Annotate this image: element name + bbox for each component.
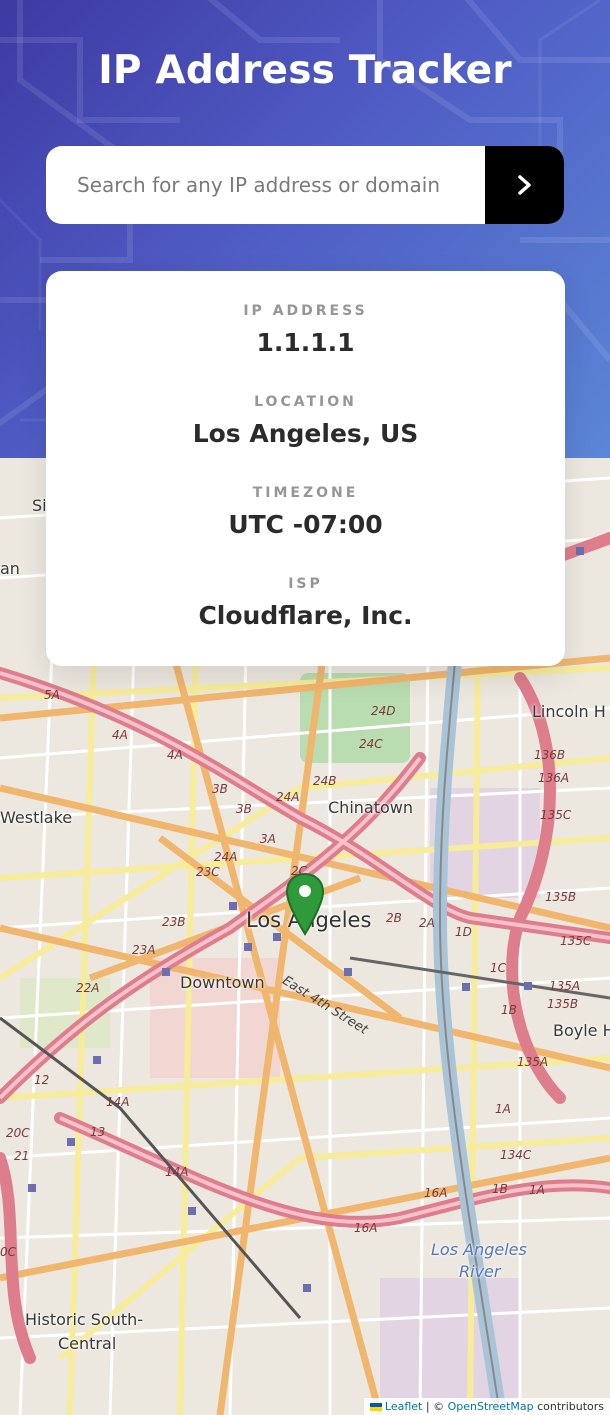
- location-label: LOCATION: [254, 394, 357, 410]
- road-label: 14A: [106, 1095, 130, 1109]
- map-label-westlake: Westlake: [0, 808, 73, 827]
- road-label: 136B: [534, 748, 566, 762]
- isp-label: ISP: [288, 576, 323, 592]
- road-label: 24B: [313, 774, 337, 788]
- map-label: Si: [32, 496, 47, 515]
- map-label-chinatown: Chinatown: [328, 798, 413, 817]
- road-label: 135C: [540, 808, 572, 822]
- search-input[interactable]: [46, 146, 485, 224]
- location-value: Los Angeles, US: [192, 419, 419, 448]
- road-label: 13: [90, 1125, 106, 1139]
- road-label: 4A: [112, 728, 128, 742]
- road-label: 12: [34, 1073, 50, 1087]
- location-stat: LOCATION Los Angeles, US: [46, 394, 565, 448]
- map-label-downtown: Downtown: [180, 973, 265, 992]
- road-label: 24D: [371, 704, 396, 718]
- openstreetmap-link[interactable]: OpenStreetMap: [448, 1400, 534, 1413]
- ukraine-flag-icon: [369, 1403, 382, 1411]
- road-label: 1D: [455, 925, 472, 939]
- map-label-river: Los Angeles: [431, 1240, 527, 1259]
- road-label: 16A: [424, 1186, 448, 1200]
- location-marker-icon[interactable]: [285, 872, 325, 936]
- road-label: 135B: [545, 890, 577, 904]
- chevron-right-icon: [517, 175, 531, 195]
- road-label: 1A: [529, 1183, 545, 1197]
- page-title: IP Address Tracker: [98, 48, 512, 93]
- road-label: 1B: [501, 1003, 517, 1017]
- road-label: 2B: [386, 911, 402, 925]
- isp-value: Cloudflare, Inc.: [198, 601, 413, 630]
- road-label: 0C: [0, 1245, 17, 1259]
- road-label: 1B: [492, 1182, 508, 1196]
- timezone-stat: TIMEZONE UTC -07:00: [46, 485, 565, 539]
- road-label: 134C: [500, 1148, 532, 1162]
- ip-info-card: IP ADDRESS 1.1.1.1 LOCATION Los Angeles,…: [46, 271, 565, 666]
- road-label: 14A: [165, 1165, 189, 1179]
- ip-address-value: 1.1.1.1: [256, 328, 355, 357]
- road-label: 20C: [6, 1126, 30, 1140]
- road-label: 4A: [167, 748, 183, 762]
- road-label: 135A: [517, 1055, 549, 1069]
- attribution-separator: | ©: [422, 1400, 448, 1413]
- map-label-lincoln: Lincoln H: [532, 702, 606, 721]
- road-label: 16A: [354, 1221, 378, 1235]
- road-label: 135B: [547, 997, 579, 1011]
- road-label: 3A: [260, 832, 276, 846]
- road-label: 22A: [76, 981, 100, 995]
- road-label: 21: [14, 1149, 30, 1163]
- timezone-value: UTC -07:00: [228, 510, 383, 539]
- map-label-historic: Central: [58, 1334, 117, 1353]
- road-label: 3B: [212, 782, 228, 796]
- timezone-label: TIMEZONE: [252, 485, 359, 501]
- map-label: an: [0, 559, 20, 578]
- map-label-river: River: [459, 1262, 501, 1281]
- map-label-historic: Historic South-: [25, 1310, 144, 1329]
- road-label: 24A: [214, 850, 238, 864]
- ip-address-label: IP ADDRESS: [243, 303, 368, 319]
- road-label: 1C: [490, 961, 507, 975]
- road-label: 23C: [196, 865, 220, 879]
- leaflet-link[interactable]: Leaflet: [385, 1400, 422, 1413]
- search-button[interactable]: [485, 146, 564, 224]
- road-label: 3B: [236, 802, 252, 816]
- road-label: 136A: [538, 771, 570, 785]
- isp-stat: ISP Cloudflare, Inc.: [46, 576, 565, 630]
- road-label: 23B: [162, 915, 186, 929]
- map-label-boyle: Boyle H: [553, 1021, 610, 1040]
- road-label: 2A: [419, 916, 435, 930]
- search-bar: [46, 146, 564, 224]
- attribution-contributors: contributors: [533, 1400, 604, 1413]
- road-label: 135A: [549, 979, 581, 993]
- road-label: 5A: [44, 688, 60, 702]
- road-label: 135C: [560, 934, 592, 948]
- road-label: 23A: [132, 943, 156, 957]
- road-label: 24C: [359, 737, 383, 751]
- map-attribution: Leaflet | © OpenStreetMap contributors: [363, 1398, 610, 1415]
- road-label: 24A: [276, 790, 300, 804]
- ip-address-stat: IP ADDRESS 1.1.1.1: [46, 303, 565, 357]
- road-label: 1A: [495, 1102, 511, 1116]
